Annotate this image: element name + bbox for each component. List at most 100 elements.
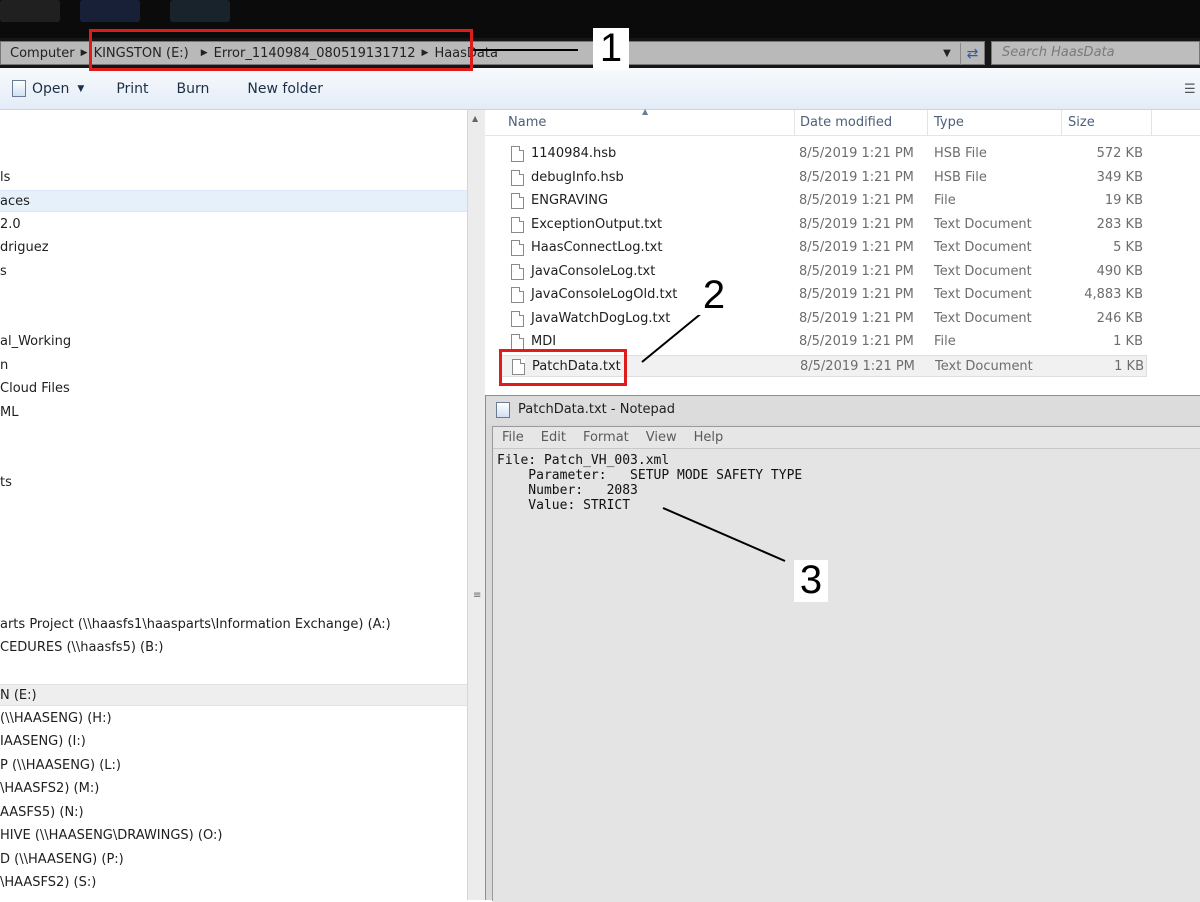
command-toolbar: Open ▼ Print Burn New folder: [0, 68, 1200, 110]
nav-item[interactable]: al_Working: [0, 331, 467, 353]
navigation-pane: ls aces 2.0 driguez s al_Working n Cloud…: [0, 110, 467, 900]
file-size: 349 KB: [1096, 169, 1143, 185]
file-row[interactable]: HaasConnectLog.txt 8/5/2019 1:21 PM Text D…: [499, 237, 1147, 259]
nav-scrollbar[interactable]: ▲ ≡: [467, 110, 485, 900]
taskbar-icon[interactable]: [80, 0, 140, 22]
highlight-patchdata-box: [499, 349, 627, 386]
nav-item[interactable]: ls: [0, 167, 467, 189]
nav-item[interactable]: s: [0, 261, 467, 283]
highlight-breadcrumb-box: [89, 29, 473, 71]
nav-item-drive[interactable]: arts Project (\\haasfs1\haasparts\Inform…: [0, 614, 467, 636]
notepad-frame: File Edit Format View Help File: Patch_V…: [492, 426, 1200, 902]
nav-item-drive[interactable]: P (\\HAASENG) (L:): [0, 755, 467, 777]
chevron-down-icon[interactable]: ▼: [938, 45, 956, 63]
new-folder-button[interactable]: New folder: [237, 76, 333, 102]
menu-format[interactable]: Format: [574, 430, 637, 445]
file-name: JavaWatchDogLog.txt: [531, 310, 671, 326]
search-input[interactable]: Search HaasData: [991, 41, 1200, 65]
file-row[interactable]: JavaConsoleLogOld.txt 8/5/2019 1:21 PM Tex…: [499, 284, 1147, 306]
callout-3: 3: [794, 560, 828, 602]
file-size: 572 KB: [1096, 146, 1143, 161]
print-button[interactable]: Print: [106, 76, 158, 102]
menu-file[interactable]: File: [493, 430, 532, 445]
file-row[interactable]: 1140984.hsb 8/5/2019 1:21 PM HSB File 572 K…: [499, 143, 1147, 165]
column-header-size[interactable]: Size: [1062, 110, 1152, 136]
file-date: 8/5/2019 1:21 PM: [799, 216, 914, 232]
file-size: 4,883 KB: [1084, 287, 1143, 302]
open-button[interactable]: Open ▼: [2, 76, 94, 102]
file-row[interactable]: JavaConsoleLog.txt 8/5/2019 1:21 PM Text D…: [499, 261, 1147, 283]
nav-item-drive[interactable]: AASFS5) (N:): [0, 802, 467, 824]
notepad-text-area[interactable]: File: Patch_VH_003.xml Parameter: SETUP …: [493, 449, 1200, 902]
nav-item-selected[interactable]: aces: [0, 190, 467, 212]
taskbar-icon[interactable]: [170, 0, 230, 22]
taskbar-icon[interactable]: [0, 0, 60, 22]
file-type: Text Document: [934, 240, 1032, 255]
chevron-down-icon[interactable]: ▼: [77, 84, 84, 94]
file-row[interactable]: JavaWatchDogLog.txt 8/5/2019 1:21 PM Text …: [499, 308, 1147, 330]
column-header-type[interactable]: Type: [928, 110, 1062, 136]
nav-item-drive[interactable]: CEDURES (\\haasfs5) (B:): [0, 637, 467, 659]
file-date: 8/5/2019 1:21 PM: [799, 240, 914, 255]
file-icon: [511, 240, 524, 256]
burn-button[interactable]: Burn: [167, 76, 220, 102]
chevron-right-icon[interactable]: ▶: [81, 48, 88, 58]
callout-1: 1: [593, 28, 629, 70]
nav-item[interactable]: ts: [0, 472, 467, 494]
file-date: 8/5/2019 1:21 PM: [799, 310, 914, 326]
callout-2: 2: [697, 275, 731, 315]
menu-help[interactable]: Help: [685, 430, 732, 445]
column-header-date[interactable]: Date modified: [794, 110, 928, 136]
file-type: HSB File: [934, 146, 987, 161]
notepad-icon: [496, 402, 510, 418]
document-icon: [12, 80, 26, 97]
notepad-menubar: File Edit Format View Help: [493, 427, 1200, 449]
file-name: ExceptionOutput.txt: [531, 216, 663, 232]
nav-item[interactable]: n: [0, 355, 467, 377]
file-icon: [511, 263, 524, 280]
notepad-window[interactable]: PatchData.txt - Notepad File Edit Format…: [485, 395, 1200, 902]
nav-item[interactable]: driguez: [0, 237, 467, 259]
nav-item-drive[interactable]: \HAASFS2) (S:): [0, 872, 467, 894]
file-date: 8/5/2019 1:21 PM: [799, 263, 914, 279]
breadcrumb-computer[interactable]: Computer: [1, 46, 81, 61]
file-name: debugInfo.hsb: [531, 169, 624, 185]
menu-view[interactable]: View: [637, 430, 685, 445]
file-icon: [511, 169, 524, 186]
file-type: Text Document: [935, 358, 1033, 374]
file-size: 283 KB: [1096, 216, 1143, 232]
file-size: 19 KB: [1104, 193, 1143, 208]
nav-item[interactable]: Cloud Files: [0, 378, 467, 400]
file-row[interactable]: ENGRAVING 8/5/2019 1:21 PM File 19 KB: [499, 190, 1147, 212]
nav-item[interactable]: ML: [0, 402, 467, 424]
file-date: 8/5/2019 1:21 PM: [800, 358, 915, 374]
file-name: ENGRAVING: [531, 193, 609, 208]
file-type: Text Document: [934, 310, 1032, 326]
file-icon: [511, 193, 524, 209]
column-header-name[interactable]: Name: [502, 110, 795, 136]
sort-ascending-icon: ▲: [642, 107, 649, 116]
nav-item-drive[interactable]: HIVE (\\HAASENG\DRAWINGS) (O:): [0, 825, 467, 847]
nav-item-drive-selected[interactable]: N (E:): [0, 684, 467, 706]
file-icon: [511, 146, 524, 162]
menu-edit[interactable]: Edit: [532, 430, 574, 445]
nav-item-drive[interactable]: D (\\HAASENG) (P:): [0, 849, 467, 871]
refresh-icon[interactable]: ⇄: [960, 43, 984, 65]
notepad-title[interactable]: PatchData.txt - Notepad: [486, 396, 1200, 424]
open-label: Open: [32, 80, 70, 97]
file-type: HSB File: [934, 169, 987, 185]
file-type: Text Document: [934, 263, 1032, 279]
file-name: JavaConsoleLogOld.txt: [531, 287, 678, 302]
scroll-up-icon[interactable]: ▲: [472, 114, 478, 123]
view-options-icon[interactable]: ☰: [1184, 82, 1196, 97]
file-date: 8/5/2019 1:21 PM: [799, 334, 914, 349]
nav-item-drive[interactable]: (\\HAASENG) (H:): [0, 708, 467, 730]
nav-item[interactable]: 2.0: [0, 214, 467, 236]
splitter-grip-icon[interactable]: ≡: [473, 590, 481, 601]
file-row[interactable]: debugInfo.hsb 8/5/2019 1:21 PM HSB File 349…: [499, 167, 1147, 189]
file-name: 1140984.hsb: [531, 146, 617, 161]
nav-item-drive[interactable]: IAASENG) (I:): [0, 731, 467, 753]
nav-item-drive[interactable]: \HAASFS2) (M:): [0, 778, 467, 800]
file-row[interactable]: ExceptionOutput.txt 8/5/2019 1:21 PM Text …: [499, 214, 1147, 236]
file-size: 490 KB: [1096, 263, 1143, 279]
